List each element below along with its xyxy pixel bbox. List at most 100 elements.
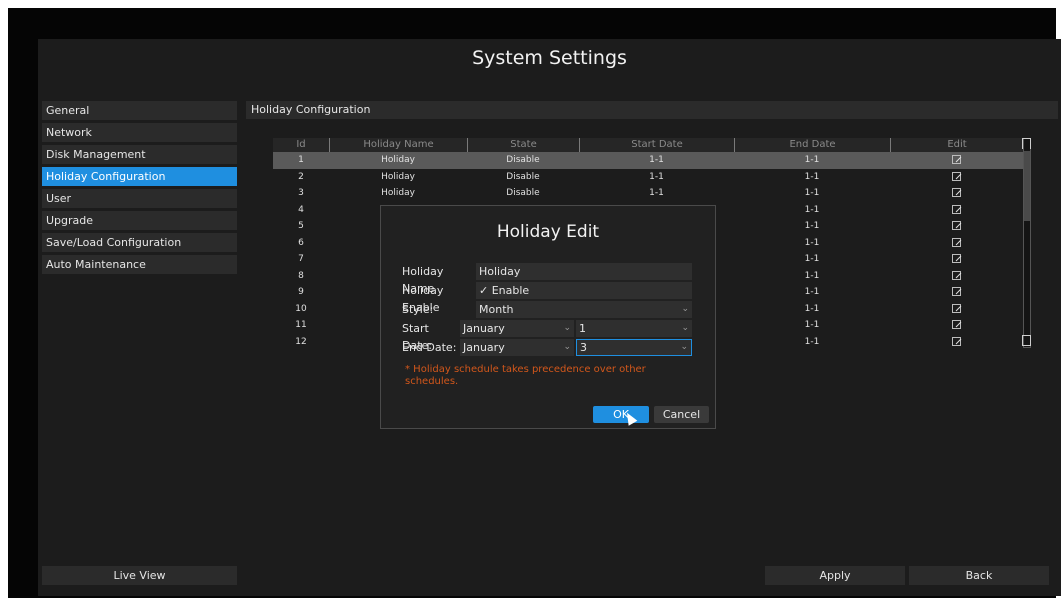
sidebar-item-network[interactable]: Network [42, 123, 237, 142]
edit-icon[interactable] [952, 336, 961, 346]
sidebar-item-user[interactable]: User [42, 189, 237, 208]
style-label: Style: [402, 303, 434, 316]
cell-state: Disable [506, 171, 540, 182]
cell-id: 10 [295, 303, 307, 314]
cell-end-date: 1-1 [804, 336, 820, 347]
sidebar-item-upgrade[interactable]: Upgrade [42, 211, 237, 230]
cell-id: 5 [298, 221, 304, 231]
column-header-holiday-name: Holiday Name [329, 138, 467, 152]
start-date-label: Start Date: [402, 322, 432, 352]
dialog-title: Holiday Edit [496, 222, 600, 242]
cell-state: Disable [506, 155, 540, 165]
cell-state: Disable [506, 188, 540, 198]
sidebar-item-auto-maintenance[interactable]: Auto Maintenance [42, 255, 237, 274]
edit-icon[interactable] [952, 303, 961, 313]
edit-icon[interactable] [952, 320, 961, 329]
column-header-end-date: End Date [734, 138, 890, 152]
edit-icon[interactable] [952, 188, 961, 197]
cell-end-date: 1-1 [804, 270, 820, 281]
cell-edit [890, 169, 1023, 186]
cell-id: 7 [298, 254, 304, 264]
cell-end-date: 1-1 [804, 303, 820, 314]
table-row[interactable]: 3 Holiday Disable 1-1 1-1 [273, 185, 1023, 202]
end-date-row: End Date: January ⌄ 3 ⌄ [402, 339, 692, 356]
scroll-up-button[interactable] [1022, 138, 1031, 149]
enable-checkbox[interactable]: ✓ Enable [476, 282, 692, 299]
cell-id: 11 [295, 320, 307, 330]
holiday-edit-dialog: Holiday Edit Holiday Name Holiday Holida… [380, 205, 716, 429]
chevron-down-icon: ⌄ [681, 323, 689, 333]
column-header-state: State [467, 138, 579, 152]
sidebar: General Network Disk Management Holiday … [42, 101, 237, 277]
chevron-down-icon: ⌄ [563, 323, 571, 333]
enable-checkbox-label: Enable [491, 284, 530, 297]
edit-icon[interactable] [952, 254, 961, 263]
cell-id: 12 [295, 336, 307, 347]
holiday-name-label: Holiday Name [402, 265, 444, 295]
live-view-button[interactable]: Live View [42, 566, 237, 585]
table-row[interactable]: 2 Holiday Disable 1-1 1-1 [273, 169, 1023, 186]
cell-id: 4 [298, 204, 304, 215]
cell-end-date: 1-1 [804, 155, 820, 165]
cell-edit [890, 334, 1023, 351]
holiday-enable-label: Holiday Enable [402, 284, 444, 314]
scroll-down-button[interactable] [1022, 335, 1031, 346]
edit-icon[interactable] [952, 221, 961, 230]
cell-end-date: 1-1 [804, 287, 820, 297]
cell-id: 2 [298, 171, 304, 182]
holiday-name-input[interactable]: Holiday [476, 263, 692, 280]
cell-edit [890, 235, 1023, 252]
page-title: System Settings [472, 47, 627, 69]
cell-end-date: 1-1 [804, 188, 820, 198]
sidebar-item-save-load-configuration[interactable]: Save/Load Configuration [42, 233, 237, 252]
cell-holiday-name: Holiday [381, 188, 415, 198]
start-month-select[interactable]: January ⌄ [460, 320, 574, 337]
apply-button[interactable]: Apply [765, 566, 905, 585]
cell-start-date: 1-1 [649, 188, 664, 198]
cell-edit [890, 218, 1023, 235]
end-day-value: 3 [580, 341, 587, 354]
column-header-start-date: Start Date [579, 138, 734, 152]
cell-id: 9 [298, 287, 304, 297]
start-day-value: 1 [579, 322, 586, 335]
edit-icon[interactable] [952, 237, 961, 247]
cell-end-date: 1-1 [804, 237, 820, 248]
edit-icon[interactable] [952, 204, 961, 214]
chevron-down-icon: ⌄ [680, 342, 688, 352]
checkmark-icon: ✓ [479, 284, 489, 297]
end-day-select[interactable]: 3 ⌄ [576, 339, 692, 356]
chevron-down-icon: ⌄ [681, 304, 689, 314]
cell-id: 1 [298, 155, 304, 165]
table-scrollbar[interactable] [1023, 138, 1031, 348]
cell-edit [890, 284, 1023, 301]
sidebar-item-disk-management[interactable]: Disk Management [42, 145, 237, 164]
table-row[interactable]: 1 Holiday Disable 1-1 1-1 [273, 152, 1023, 169]
start-day-select[interactable]: 1 ⌄ [576, 320, 692, 337]
cell-holiday-name: Holiday [381, 171, 415, 182]
style-select[interactable]: Month ⌄ [476, 301, 692, 318]
edit-icon[interactable] [952, 270, 961, 280]
end-month-select[interactable]: January ⌄ [460, 339, 574, 356]
cell-id: 6 [298, 237, 304, 248]
cancel-button[interactable]: Cancel [654, 406, 709, 423]
edit-icon[interactable] [952, 155, 961, 164]
cell-start-date: 1-1 [649, 171, 664, 182]
back-button[interactable]: Back [909, 566, 1049, 585]
sidebar-item-general[interactable]: General [42, 101, 237, 120]
style-row: Style: Month ⌄ [402, 301, 692, 318]
cell-end-date: 1-1 [804, 171, 820, 182]
cell-id: 3 [298, 188, 304, 198]
scrollbar-thumb[interactable] [1024, 151, 1030, 221]
column-header-edit: Edit [890, 138, 1023, 152]
cell-edit [890, 202, 1023, 219]
cell-holiday-name: Holiday [381, 155, 415, 165]
screen: System Settings General Network Disk Man… [8, 8, 1061, 598]
edit-icon[interactable] [952, 171, 961, 181]
start-date-row: Start Date: January ⌄ 1 ⌄ [402, 320, 692, 352]
ok-button[interactable]: OK [593, 406, 649, 423]
cell-edit [890, 185, 1023, 202]
section-header: Holiday Configuration [246, 101, 1058, 119]
sidebar-item-holiday-configuration[interactable]: Holiday Configuration [42, 167, 237, 186]
cell-end-date: 1-1 [804, 254, 820, 264]
edit-icon[interactable] [952, 287, 961, 296]
